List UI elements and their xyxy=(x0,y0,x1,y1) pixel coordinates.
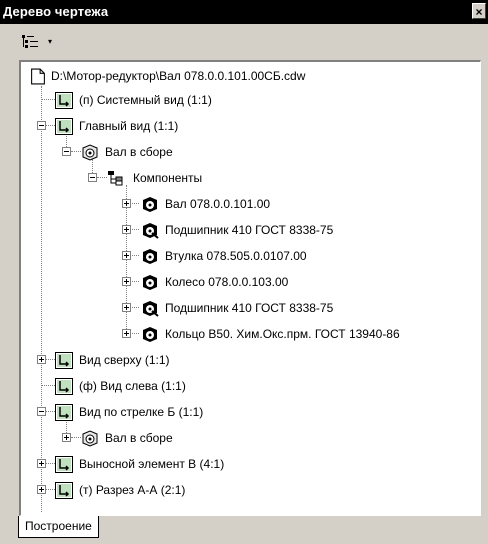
root-file-label: D:\Мотор-редуктор\Вал 078.0.0.101.00СБ.c… xyxy=(51,69,306,83)
tree-item-label: Главный вид (1:1) xyxy=(79,119,179,133)
expand-toggle[interactable] xyxy=(122,277,131,286)
view-icon xyxy=(55,378,73,395)
expand-toggle[interactable] xyxy=(122,329,131,338)
standard-part-icon xyxy=(143,301,159,317)
tree-item-label: Вид сверху (1:1) xyxy=(79,353,170,367)
tree-item-label: Вал 078.0.0.101.00 xyxy=(165,197,271,211)
view-icon xyxy=(55,352,73,369)
expand-toggle[interactable] xyxy=(37,485,46,494)
expand-toggle[interactable] xyxy=(122,225,131,234)
chevron-down-icon[interactable]: ▾ xyxy=(48,37,52,46)
tree-item-label: Компоненты xyxy=(133,171,203,185)
expand-toggle[interactable] xyxy=(122,199,131,208)
collapse-toggle[interactable] xyxy=(37,121,46,130)
components-icon xyxy=(108,171,123,186)
tree-item-label: Выносной элемент В (4:1) xyxy=(79,457,225,471)
tree-item-label: (ф) Вид слева (1:1) xyxy=(79,379,186,393)
tree-item-label: (п) Системный вид (1:1) xyxy=(79,93,212,107)
drawing-tree[interactable]: D:\Мотор-редуктор\Вал 078.0.0.101.00СБ.c… xyxy=(19,60,481,516)
expand-toggle[interactable] xyxy=(37,459,46,468)
expand-toggle[interactable] xyxy=(122,303,131,312)
view-icon xyxy=(55,118,73,135)
collapse-toggle[interactable] xyxy=(37,407,46,416)
tree-item-label: Втулка 078.505.0.0107.00 xyxy=(165,249,307,263)
collapse-toggle[interactable] xyxy=(62,147,71,156)
assembly-icon xyxy=(82,430,98,447)
expand-toggle[interactable] xyxy=(62,433,71,442)
view-icon xyxy=(55,92,73,109)
tree-view-mode-button[interactable]: ▾ xyxy=(22,33,68,53)
view-icon xyxy=(55,404,73,421)
expand-toggle[interactable] xyxy=(37,355,46,364)
tree-item-label: Кольцо В50. Хим.Окс.прм. ГОСТ 13940-86 xyxy=(165,327,400,341)
tree-item-label: Колесо 078.0.0.103.00 xyxy=(165,275,289,289)
part-icon xyxy=(143,327,157,342)
tree-item-label: Подшипник 410 ГОСТ 8338-75 xyxy=(165,223,334,237)
tree-item-label: Вал в сборе xyxy=(105,431,173,445)
tree-item-label: (т) Разрез А-А (2:1) xyxy=(79,483,186,497)
tree-item-label: Вал в сборе xyxy=(105,145,173,159)
collapse-toggle[interactable] xyxy=(88,173,97,182)
view-icon xyxy=(55,456,73,473)
close-button[interactable]: × xyxy=(472,3,486,19)
assembly-icon xyxy=(82,144,98,161)
view-icon xyxy=(55,482,73,499)
tab-bar: Построение xyxy=(0,516,488,544)
expand-toggle[interactable] xyxy=(122,251,131,260)
standard-part-icon xyxy=(143,223,159,239)
toolbar: ▾ xyxy=(0,24,488,58)
part-icon xyxy=(143,197,157,212)
part-icon xyxy=(143,249,157,264)
document-icon xyxy=(31,68,45,85)
part-icon xyxy=(143,275,157,290)
tree-list-icon xyxy=(22,35,38,48)
title-bar: Дерево чертежа × xyxy=(0,0,488,24)
tree-item-label: Подшипник 410 ГОСТ 8338-75 xyxy=(165,301,334,315)
tab-construction[interactable]: Построение xyxy=(18,516,99,538)
tree-item-label: Вид по стрелке Б (1:1) xyxy=(79,405,204,419)
window-title: Дерево чертежа xyxy=(3,4,109,19)
